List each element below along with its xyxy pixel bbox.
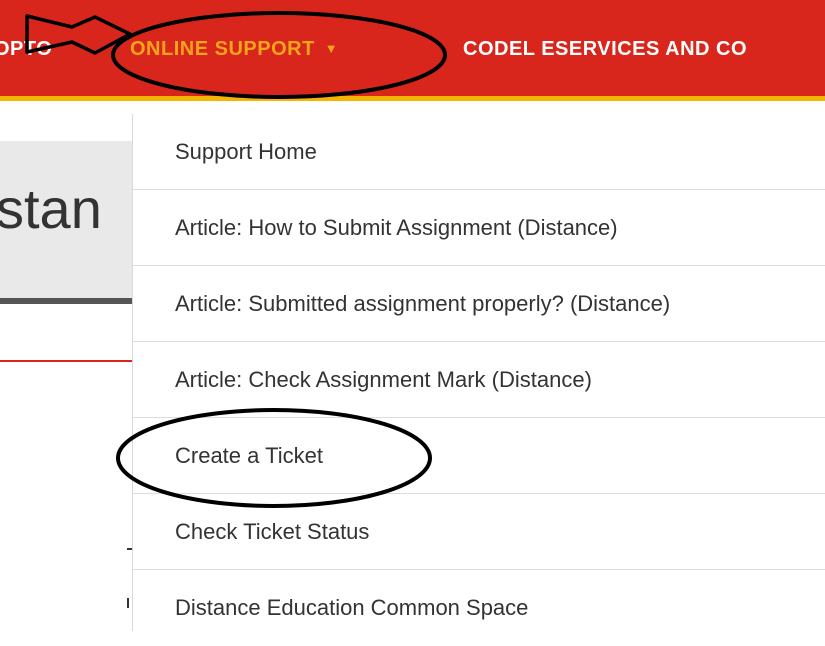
online-support-dropdown-menu: Support Home Article: How to Submit Assi… xyxy=(132,114,825,631)
menu-item-create-a-ticket[interactable]: Create a Ticket xyxy=(133,418,825,494)
menu-item-distance-education-common-space[interactable]: Distance Education Common Space xyxy=(133,570,825,646)
page-title: stan xyxy=(0,177,102,240)
nav-item-online-support-label: ONLINE SUPPORT xyxy=(130,38,315,60)
nav-item-opto[interactable]: OPTO xyxy=(0,38,52,61)
title-divider xyxy=(0,298,132,304)
menu-item-submitted-assignment-properly[interactable]: Article: Submitted assignment properly? … xyxy=(133,266,825,342)
nav-item-codel-eservices[interactable]: CODEL ESERVICES AND CO xyxy=(463,38,747,61)
menu-item-check-assignment-mark[interactable]: Article: Check Assignment Mark (Distance… xyxy=(133,342,825,418)
menu-item-support-home[interactable]: Support Home xyxy=(133,114,825,190)
nav-item-online-support[interactable]: ONLINE SUPPORT ▼ xyxy=(130,38,338,61)
caret-down-icon: ▼ xyxy=(324,41,339,56)
content-divider xyxy=(0,360,132,362)
menu-item-how-to-submit-assignment[interactable]: Article: How to Submit Assignment (Dista… xyxy=(133,190,825,266)
top-navbar: OPTO ONLINE SUPPORT ▼ CODEL ESERVICES AND… xyxy=(0,0,825,101)
menu-item-check-ticket-status[interactable]: Check Ticket Status xyxy=(133,494,825,570)
background-text-fragment xyxy=(127,598,129,608)
